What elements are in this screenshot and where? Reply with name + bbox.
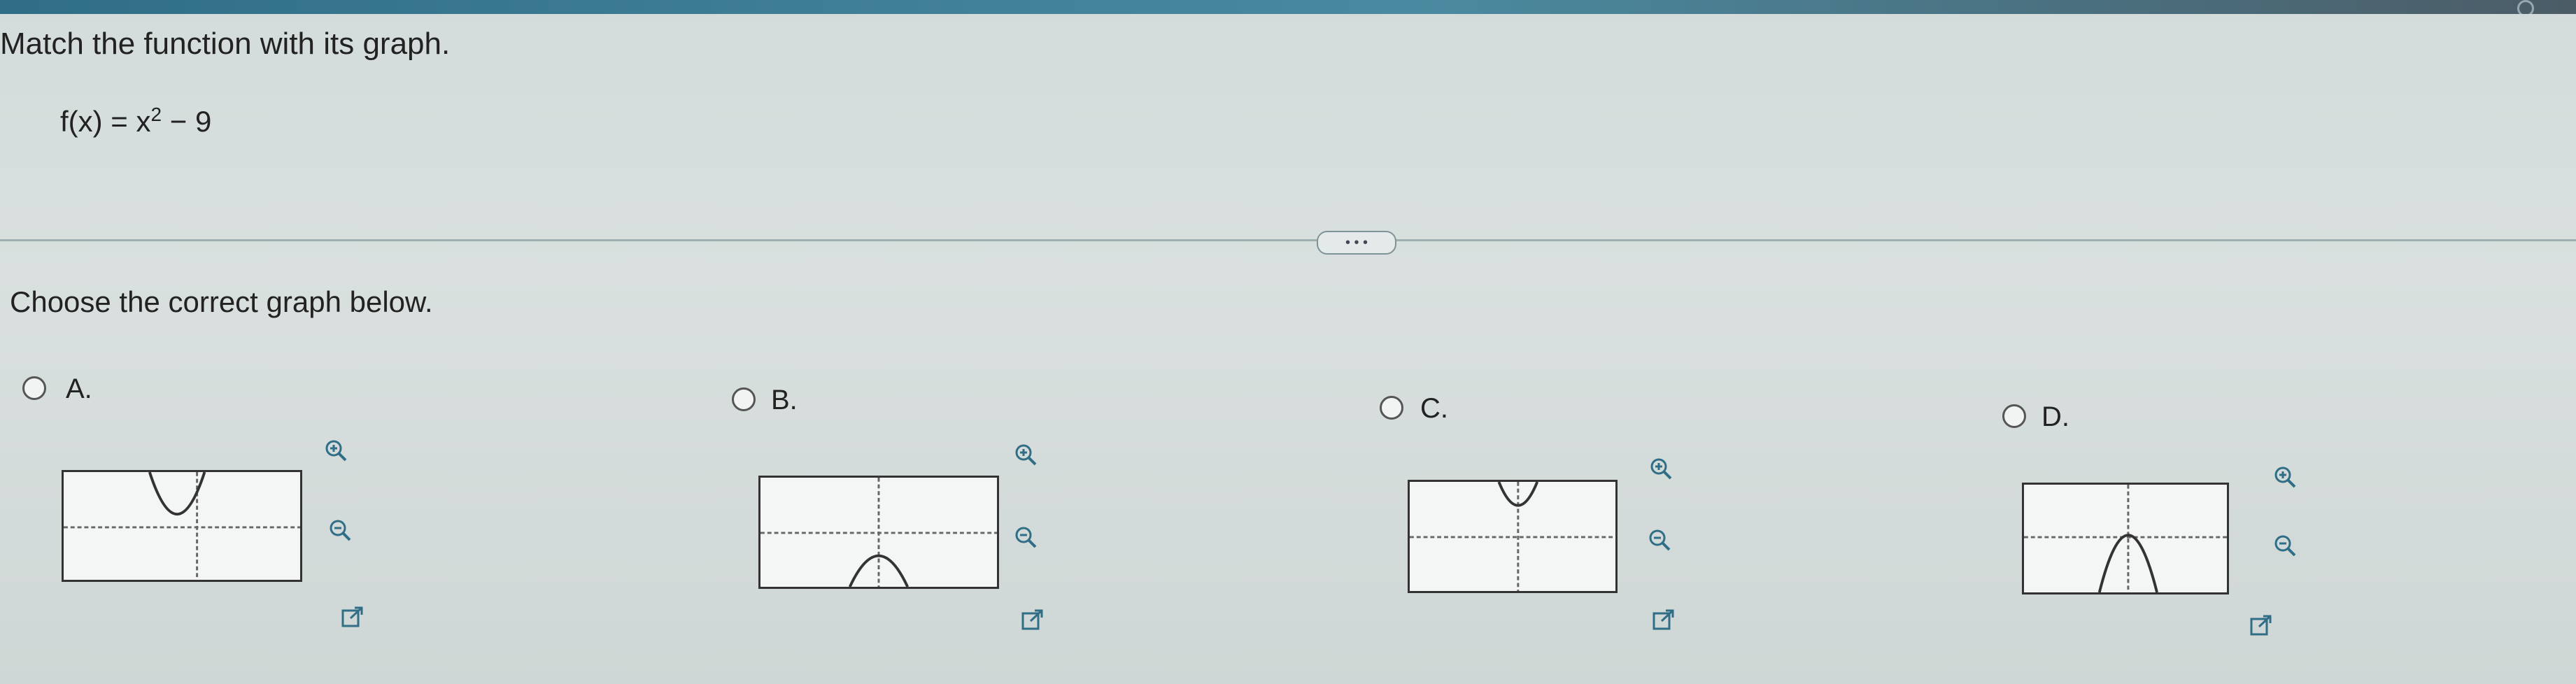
graph-d-plot — [2024, 485, 2227, 592]
settings-icon[interactable] — [2517, 0, 2534, 17]
option-c-label: C. — [1420, 393, 1448, 424]
open-window-icon[interactable] — [2247, 611, 2275, 639]
option-d-label: D. — [2041, 401, 2069, 432]
option-b-label: B. — [771, 385, 798, 415]
graph-option-d — [2022, 483, 2229, 594]
graph-c-plot — [1410, 482, 1615, 591]
zoom-in-icon[interactable] — [1647, 455, 1675, 483]
zoom-out-icon[interactable] — [2271, 532, 2299, 560]
graph-option-a — [62, 470, 302, 582]
zoom-out-icon[interactable] — [326, 516, 354, 544]
question-prompt: Match the function with its graph. — [0, 27, 451, 61]
more-button[interactable]: • • • — [1317, 231, 1396, 255]
zoom-out-icon[interactable] — [1012, 523, 1040, 551]
radio-option-d[interactable] — [2002, 404, 2026, 428]
radio-option-b[interactable] — [732, 387, 756, 411]
radio-option-c[interactable] — [1380, 396, 1403, 420]
function-lhs: f(x) = x — [60, 105, 151, 138]
radio-option-a[interactable] — [22, 376, 46, 400]
graph-b-plot — [760, 478, 997, 587]
option-a-label: A. — [66, 373, 92, 404]
zoom-in-icon[interactable] — [322, 436, 350, 464]
section-divider — [0, 239, 2576, 241]
open-window-icon[interactable] — [1019, 606, 1047, 634]
instruction-text: Choose the correct graph below. — [10, 285, 433, 318]
zoom-in-icon[interactable] — [1012, 441, 1040, 469]
open-window-icon[interactable] — [339, 603, 367, 631]
open-window-icon[interactable] — [1650, 606, 1678, 634]
zoom-out-icon[interactable] — [1646, 526, 1673, 554]
graph-option-b — [758, 476, 999, 589]
top-bar — [0, 0, 2576, 17]
function-exponent: 2 — [150, 104, 162, 125]
graph-option-c — [1408, 480, 1618, 593]
graph-a-plot — [64, 472, 300, 580]
curve — [2097, 534, 2158, 592]
function-expression: f(x) = x2 − 9 — [60, 104, 211, 138]
function-rhs: − 9 — [162, 105, 212, 138]
zoom-in-icon[interactable] — [2271, 463, 2299, 491]
